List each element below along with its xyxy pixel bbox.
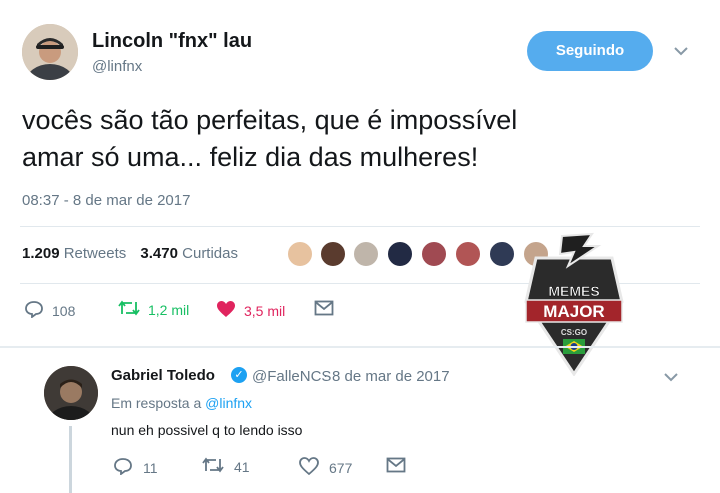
envelope-icon (314, 300, 334, 320)
reply-author-avatar[interactable] (44, 366, 98, 420)
liker-avatar[interactable] (352, 240, 380, 268)
retweet-count: 1,2 mil (148, 302, 190, 318)
tweet-text-line-1: vocês são tão perfeitas, que é impossíve… (22, 105, 518, 135)
liker-avatar[interactable] (420, 240, 448, 268)
tweet-text: vocês são tão perfeitas, que é impossíve… (22, 102, 682, 176)
in-reply-handle-link[interactable]: @linfnx (205, 395, 252, 411)
liker-avatar[interactable] (319, 240, 347, 268)
tweet-timestamp[interactable]: 08:37 - 8 de mar de 2017 (22, 192, 190, 209)
reply-action[interactable]: 11 (113, 457, 158, 479)
retweet-action[interactable]: 1,2 mil (118, 300, 189, 320)
liker-avatar[interactable] (286, 240, 314, 268)
retweets-label[interactable]: Retweets (64, 245, 127, 262)
thread-line (69, 426, 72, 493)
retweet-count: 41 (234, 459, 250, 475)
chevron-down-icon[interactable] (664, 366, 678, 387)
chevron-down-icon[interactable] (674, 40, 688, 61)
watermark-line-1: MEMES (548, 283, 599, 299)
liker-avatar[interactable] (454, 240, 482, 268)
like-count: 3,5 mil (244, 303, 286, 319)
reply-author-display-name[interactable]: Gabriel Toledo (111, 367, 215, 384)
envelope-icon (386, 457, 406, 477)
dm-action[interactable] (386, 457, 406, 477)
tweet-stats: 1.209 Retweets 3.470 Curtidas (22, 245, 238, 262)
author-display-name[interactable]: Lincoln "fnx" lau (92, 30, 252, 53)
in-reply-prefix: Em resposta a (111, 395, 202, 411)
watermark-line-3: CS:GO (561, 328, 587, 337)
verified-badge-icon: ✓ (231, 367, 247, 383)
reply-icon (113, 457, 133, 479)
like-action[interactable]: 3,5 mil (216, 300, 285, 322)
retweet-icon (202, 457, 224, 477)
in-reply-to: Em resposta a @linfnx (111, 395, 252, 411)
meta-separator: · (323, 367, 328, 384)
liker-avatar[interactable] (386, 240, 414, 268)
reply-action[interactable]: 108 (24, 300, 75, 322)
tweet-text-line-2: amar só uma... feliz dia das mulheres! (22, 142, 479, 172)
author-avatar[interactable] (22, 24, 78, 80)
heart-icon (299, 457, 319, 479)
reply-count: 108 (52, 303, 76, 319)
divider (20, 226, 700, 227)
retweets-count[interactable]: 1.209 (22, 245, 60, 262)
reply-count: 11 (143, 460, 158, 476)
watermark-line-2: MAJOR (543, 302, 604, 321)
liker-avatar[interactable] (488, 240, 516, 268)
heart-icon (216, 300, 236, 322)
retweet-action[interactable]: 41 (202, 457, 250, 477)
like-action[interactable]: 677 (299, 457, 352, 479)
following-button[interactable]: Seguindo (527, 31, 653, 71)
author-handle[interactable]: @linfnx (92, 58, 142, 75)
reply-author-handle[interactable]: @FalleNCS (252, 368, 331, 385)
likes-count[interactable]: 3.470 (140, 245, 178, 262)
like-count: 677 (329, 460, 353, 476)
reply-icon (24, 300, 44, 322)
reply-text: nun eh possivel q to lendo isso (111, 422, 303, 438)
retweet-icon (118, 300, 140, 320)
reply-date[interactable]: 8 de mar de 2017 (332, 368, 450, 385)
dm-action[interactable] (314, 300, 334, 320)
tweet-separator (0, 346, 720, 348)
likes-label[interactable]: Curtidas (182, 245, 238, 262)
reply-tweet: Gabriel Toledo ✓ @FalleNCS · 8 de mar de… (0, 350, 720, 493)
